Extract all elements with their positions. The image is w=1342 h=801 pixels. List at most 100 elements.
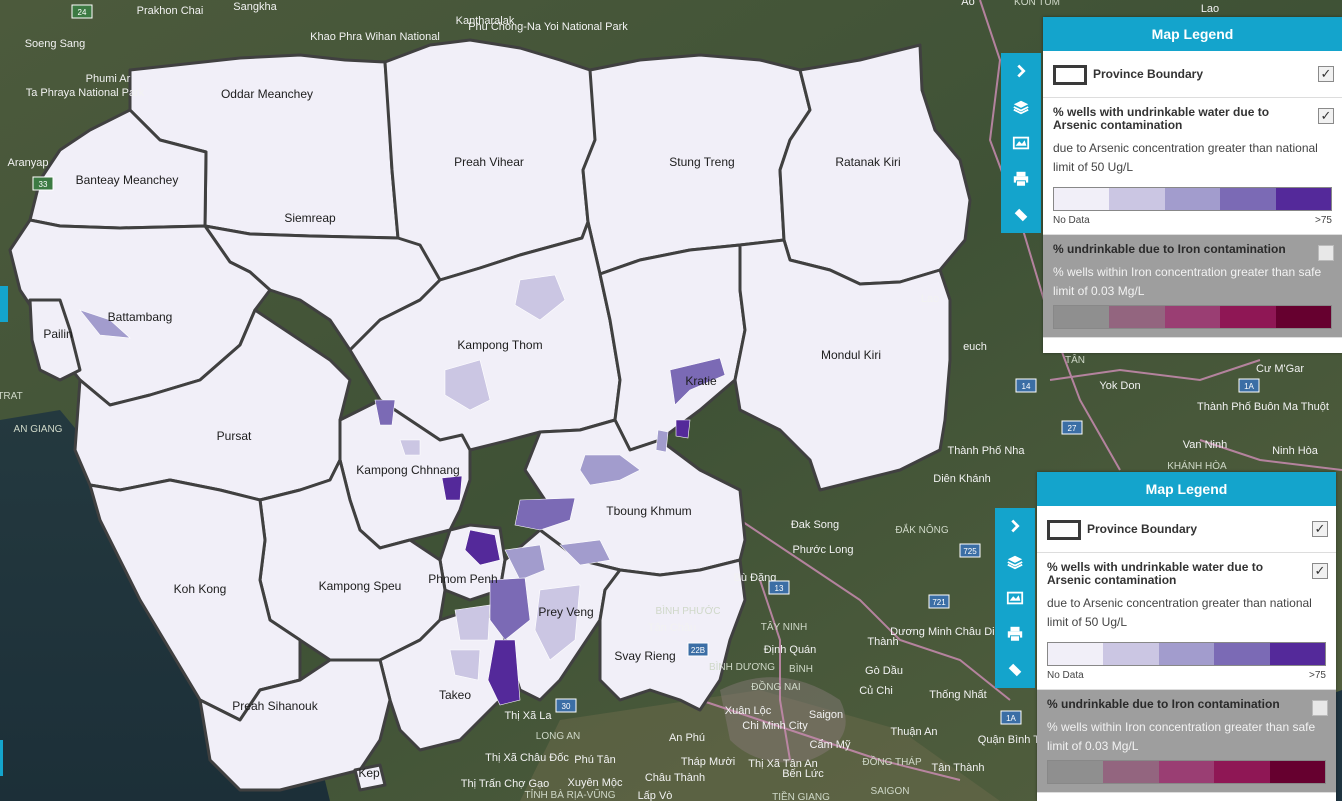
- province-label: Kep: [358, 766, 380, 780]
- basemap-label: Khao Phra Wihan National: [310, 31, 440, 43]
- ramp-min-label: No Data: [1053, 215, 1090, 226]
- basemap-label: Lao: [1201, 3, 1219, 15]
- basemap-label: TÂN: [1065, 353, 1085, 366]
- road-shield-label: 1A: [1244, 382, 1254, 391]
- province-label: Svay Rieng: [614, 649, 675, 663]
- print-icon: [1013, 171, 1029, 187]
- arsenic-layer-title: % wells with undrinkable water due to Ar…: [1047, 560, 1264, 587]
- arsenic-checkbox[interactable]: ✓: [1312, 563, 1328, 579]
- iron-color-ramp: [1047, 760, 1326, 784]
- legend-iron-section: % undrinkable due to Iron contamination …: [1037, 690, 1336, 793]
- ramp-swatch-2: [1164, 306, 1221, 328]
- basemap-label: An Phú: [669, 732, 705, 744]
- basemap-label: Diên Khánh: [933, 473, 991, 485]
- print-icon: [1007, 626, 1023, 642]
- province-label: Stung Treng: [669, 155, 734, 169]
- basemap-label: Bến Lức: [782, 768, 824, 780]
- collapse-button-2[interactable]: [995, 508, 1035, 544]
- road-shield-label: 30: [562, 702, 571, 711]
- basemap-label: Thị Xã La: [504, 710, 552, 722]
- measure-button[interactable]: [1001, 197, 1041, 233]
- arsenic-checkbox[interactable]: ✓: [1318, 108, 1334, 124]
- ramp-swatch-3: [1214, 643, 1270, 665]
- basemap-label: Thống Nhất: [929, 689, 986, 701]
- boundary-swatch: [1047, 519, 1081, 540]
- ramp-swatch-0: [1048, 643, 1104, 665]
- basemap-label: Tân Thành: [931, 762, 984, 774]
- road-shield-label: 725: [963, 547, 977, 556]
- collapse-button[interactable]: [1001, 53, 1041, 89]
- arsenic-layer-description: due to Arsenic concentration greater tha…: [1053, 141, 1318, 174]
- province-label: Oddar Meanchey: [221, 87, 313, 101]
- basemap-label: Phước Long: [792, 544, 853, 556]
- iron-layer-title: % undrinkable due to Iron contamination: [1053, 242, 1286, 256]
- ramp-swatch-4: [1275, 306, 1332, 328]
- left-edge-tab-bottom[interactable]: [0, 740, 3, 776]
- chevron-right-icon: [1011, 519, 1020, 533]
- boundary-label: Province Boundary: [1087, 522, 1198, 536]
- ramp-swatch-2: [1158, 761, 1215, 783]
- boundary-label: Province Boundary: [1093, 67, 1204, 81]
- ramp-swatch-3: [1214, 761, 1270, 783]
- legend-title: Map Legend: [1037, 472, 1336, 506]
- legend-arsenic-section: % wells with undrinkable water due to Ar…: [1043, 98, 1342, 235]
- map-icon: [1006, 591, 1024, 605]
- arsenic-layer-title: % wells with undrinkable water due to Ar…: [1053, 105, 1270, 132]
- basemap-label: Ninh Hòa: [1272, 445, 1319, 457]
- basemap-label: ĐỒNG NAI: [751, 680, 800, 693]
- basemap-label: Aranyap: [8, 157, 49, 169]
- iron-checkbox[interactable]: [1318, 245, 1334, 261]
- basemap-button-2[interactable]: [995, 580, 1035, 616]
- basemap-button[interactable]: [1001, 125, 1041, 161]
- basemap-label: BÌNH: [789, 662, 813, 675]
- measure-button-2[interactable]: [995, 652, 1035, 688]
- ramp-swatch-2: [1158, 643, 1215, 665]
- basemap-label: Thuận An: [890, 726, 937, 738]
- basemap-label: Ta Phraya National Park: [26, 87, 145, 99]
- ramp-swatch-2: [1164, 188, 1221, 210]
- basemap-label: SAIGON: [871, 786, 910, 797]
- boundary-checkbox[interactable]: ✓: [1318, 66, 1334, 82]
- map-toolbar-top: [1001, 53, 1041, 233]
- layers-button[interactable]: [1001, 89, 1041, 125]
- road-shield-label: 27: [1068, 424, 1077, 433]
- arsenic-layer-description: due to Arsenic concentration greater tha…: [1047, 596, 1312, 629]
- basemap-label: Cẩm Mỹ: [810, 739, 851, 751]
- print-button-2[interactable]: [995, 616, 1035, 652]
- layers-button-2[interactable]: [995, 544, 1035, 580]
- province-label: Takeo: [439, 688, 471, 702]
- iron-checkbox[interactable]: [1312, 700, 1328, 716]
- province-label: Pursat: [217, 429, 252, 443]
- basemap-label: Tân Châu: [648, 622, 696, 634]
- basemap-label: Lấp Vò: [638, 790, 673, 801]
- basemap-label: Củ Chi: [859, 685, 893, 697]
- ramp-swatch-3: [1220, 306, 1276, 328]
- province-label: Koh Kong: [174, 582, 227, 596]
- arsenic-color-ramp: [1047, 642, 1326, 666]
- basemap-label: Tháp Mười: [681, 756, 735, 768]
- province-label: Preah Sihanouk: [232, 699, 318, 713]
- province-label: Battambang: [108, 310, 173, 324]
- province-label: Kampong Chhnang: [356, 463, 459, 477]
- legend-title: Map Legend: [1043, 17, 1342, 51]
- road-shield-icon: 725: [959, 543, 981, 558]
- province-label: Kampong Speu: [319, 579, 402, 593]
- ramp-swatch-1: [1109, 188, 1165, 210]
- basemap-label: KHÁNH HÒA: [1167, 459, 1227, 472]
- boundary-checkbox[interactable]: ✓: [1312, 521, 1328, 537]
- basemap-label: Thị Trấn Chợ Gạo: [461, 778, 550, 790]
- boundary-swatch: [1053, 64, 1087, 85]
- road-shield-icon: 721: [928, 594, 950, 609]
- ramp-swatch-1: [1109, 306, 1165, 328]
- basemap-label: Phu Chong-Na Yoi National Park: [468, 21, 628, 33]
- basemap-label: TRAT: [0, 391, 23, 402]
- basemap-label: Chi Minh City: [742, 720, 808, 732]
- road-shield-icon: 27: [1061, 420, 1083, 435]
- province-label: Banteay Meanchey: [76, 173, 179, 187]
- basemap-label: Lao: [921, 293, 939, 305]
- ramp-swatch-4: [1269, 643, 1326, 665]
- print-button[interactable]: [1001, 161, 1041, 197]
- basemap-label: Yok Don: [1099, 380, 1140, 392]
- basemap-label: ĐỒNG THÁP: [862, 755, 922, 768]
- left-edge-tab-top[interactable]: [0, 286, 8, 322]
